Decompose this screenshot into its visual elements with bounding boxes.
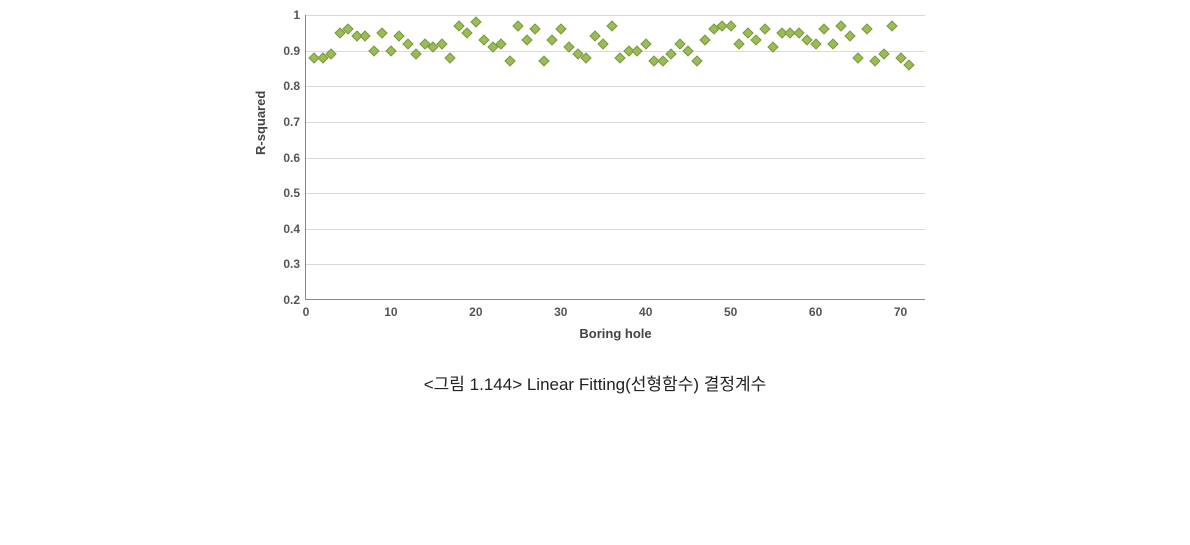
- x-tick-label: 10: [384, 305, 397, 319]
- data-point: [827, 38, 838, 49]
- data-point: [377, 27, 388, 38]
- y-tick-label: 0.5: [272, 186, 300, 200]
- data-point: [394, 31, 405, 42]
- x-axis-label: Boring hole: [579, 326, 651, 341]
- gridline: [306, 51, 925, 52]
- data-point: [598, 38, 609, 49]
- data-point: [835, 20, 846, 31]
- x-tick-label: 60: [809, 305, 822, 319]
- data-point: [657, 56, 668, 67]
- x-tick-label: 50: [724, 305, 737, 319]
- y-tick-label: 0.6: [272, 151, 300, 165]
- data-point: [504, 56, 515, 67]
- figure-caption: <그림 1.144> Linear Fitting(선형함수) 결정계수: [0, 370, 1190, 395]
- data-point: [818, 24, 829, 35]
- data-point: [368, 45, 379, 56]
- y-tick-label: 1: [272, 8, 300, 22]
- gridline: [306, 158, 925, 159]
- data-point: [445, 52, 456, 63]
- gridline: [306, 122, 925, 123]
- data-point: [725, 20, 736, 31]
- x-tick-label: 30: [554, 305, 567, 319]
- gridline: [306, 15, 925, 16]
- data-point: [360, 31, 371, 42]
- plot-area: Boring hole 0.20.30.40.50.60.70.80.91010…: [305, 15, 925, 300]
- data-point: [555, 24, 566, 35]
- gridline: [306, 229, 925, 230]
- data-point: [402, 38, 413, 49]
- data-point: [606, 20, 617, 31]
- data-point: [589, 31, 600, 42]
- y-tick-label: 0.7: [272, 115, 300, 129]
- data-point: [700, 34, 711, 45]
- x-tick-label: 20: [469, 305, 482, 319]
- data-point: [861, 24, 872, 35]
- data-point: [547, 34, 558, 45]
- data-point: [479, 34, 490, 45]
- data-point: [513, 20, 524, 31]
- data-point: [538, 56, 549, 67]
- y-tick-label: 0.2: [272, 293, 300, 307]
- y-tick-label: 0.3: [272, 257, 300, 271]
- y-tick-label: 0.8: [272, 79, 300, 93]
- data-point: [869, 56, 880, 67]
- data-point: [632, 45, 643, 56]
- data-point: [521, 34, 532, 45]
- x-tick-label: 70: [894, 305, 907, 319]
- x-tick-label: 0: [303, 305, 310, 319]
- data-point: [895, 52, 906, 63]
- data-point: [844, 31, 855, 42]
- data-point: [886, 20, 897, 31]
- data-point: [903, 59, 914, 70]
- data-point: [683, 45, 694, 56]
- y-tick-label: 0.4: [272, 222, 300, 236]
- chart-container: R-squared Boring hole 0.20.30.40.50.60.7…: [245, 15, 945, 300]
- data-point: [852, 52, 863, 63]
- data-point: [759, 24, 770, 35]
- data-point: [733, 38, 744, 49]
- data-point: [385, 45, 396, 56]
- data-point: [750, 34, 761, 45]
- data-point: [462, 27, 473, 38]
- data-point: [674, 38, 685, 49]
- data-point: [691, 56, 702, 67]
- gridline: [306, 264, 925, 265]
- data-point: [615, 52, 626, 63]
- x-tick-label: 40: [639, 305, 652, 319]
- data-point: [470, 16, 481, 27]
- data-point: [640, 38, 651, 49]
- gridline: [306, 86, 925, 87]
- y-tick-label: 0.9: [272, 44, 300, 58]
- data-point: [530, 24, 541, 35]
- gridline: [306, 193, 925, 194]
- data-point: [793, 27, 804, 38]
- y-axis-label: R-squared: [253, 91, 268, 155]
